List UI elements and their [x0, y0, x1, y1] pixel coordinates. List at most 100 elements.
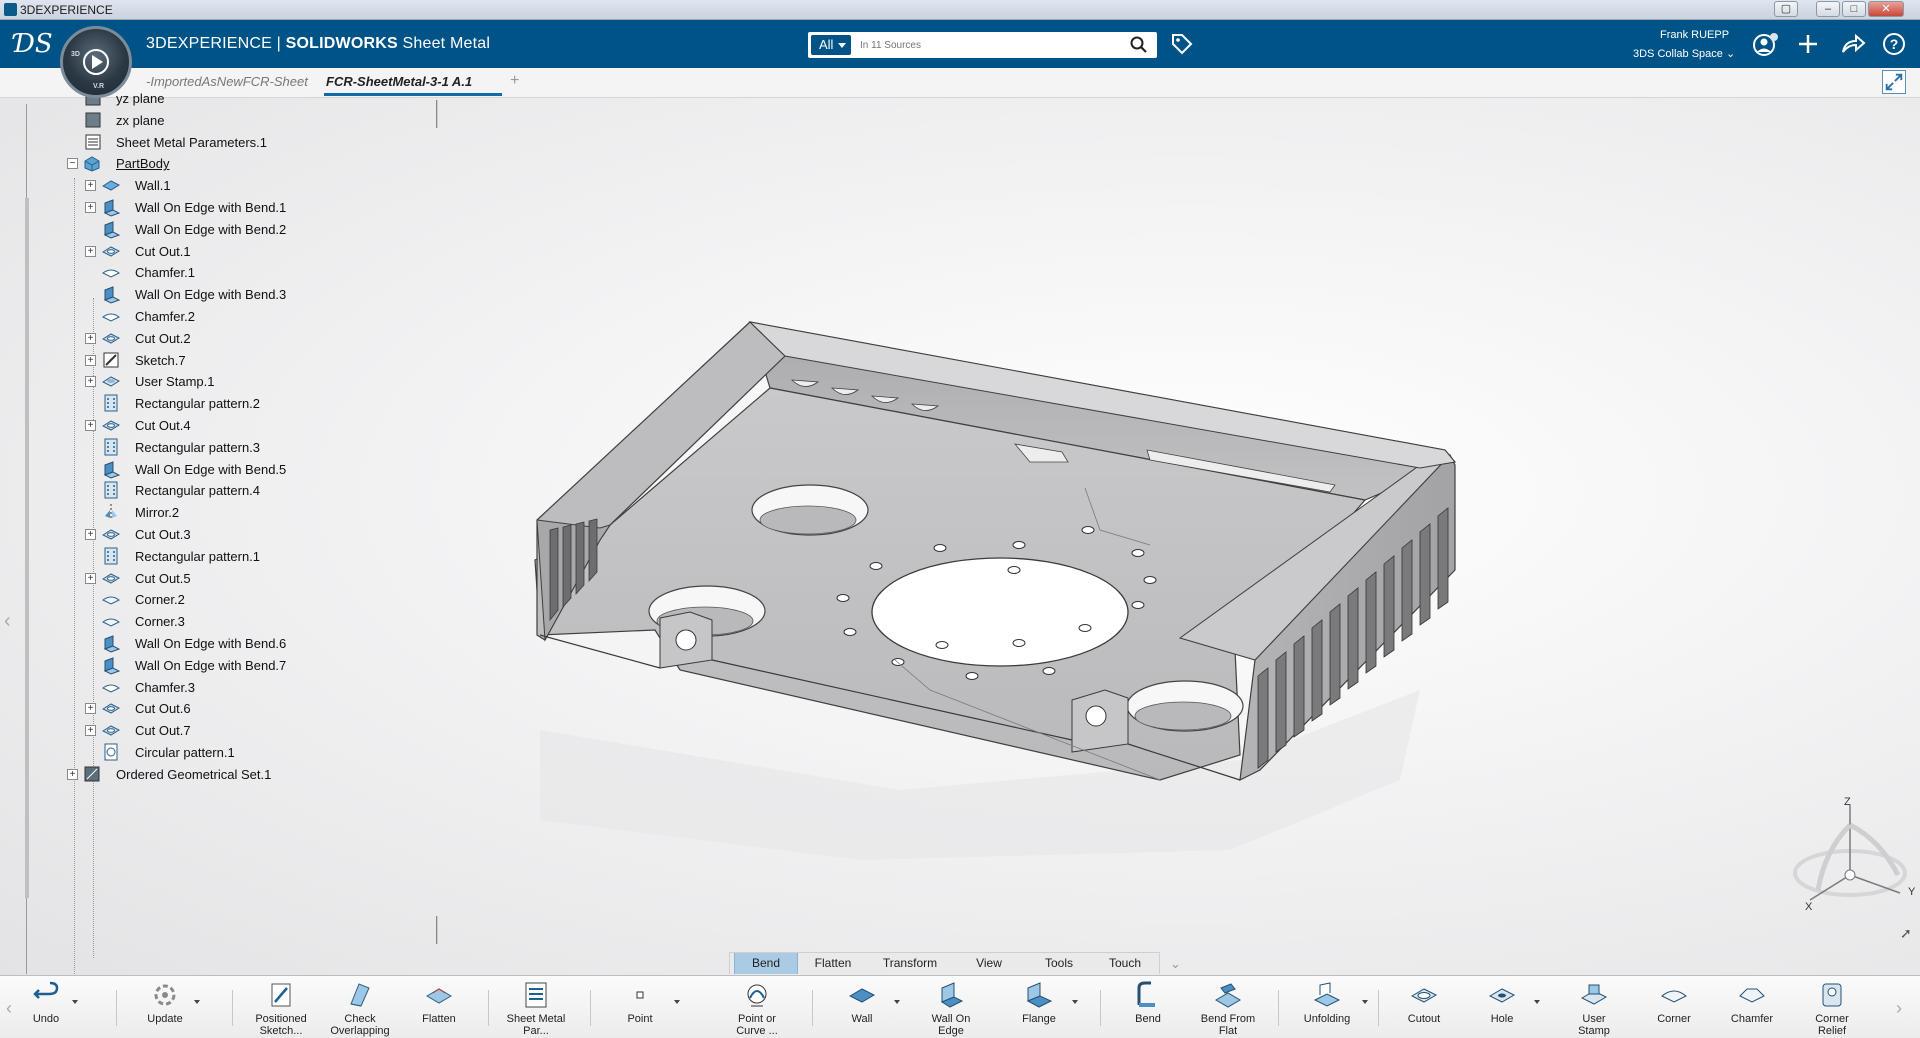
expand-icon[interactable]: + [85, 725, 96, 737]
tree-node-cut-out-6[interactable]: + Cut Out.6 [0, 698, 420, 720]
compass-widget[interactable]: 3D V.R [60, 26, 132, 98]
tree-node-partbody[interactable]: − PartBody [0, 153, 420, 175]
tree-resize-handle[interactable] [436, 916, 438, 944]
search-icon[interactable] [1130, 36, 1148, 54]
tree-node-cut-out-3[interactable]: + Cut Out.3 [0, 524, 420, 546]
user-stamp-button[interactable]: User Stamp [1566, 976, 1622, 1038]
tree-node-rectangular-pattern-2[interactable]: Rectangular pattern.2 [0, 393, 420, 415]
section-tab-tools[interactable]: Tools [1026, 953, 1092, 974]
chamfer-button[interactable]: Chamfer [1724, 976, 1780, 1038]
section-tabs-more-icon[interactable]: ⌄ [1170, 956, 1181, 972]
minimize-button[interactable]: – [1816, 1, 1840, 17]
tree-node-cut-out-2[interactable]: + Cut Out.2 [0, 328, 420, 350]
corner-button[interactable]: Corner [1646, 976, 1702, 1038]
wall-button[interactable]: Wall [834, 976, 900, 1038]
tree-node-zx-plane[interactable]: zx plane [0, 110, 420, 132]
chevron-down-icon[interactable] [194, 1000, 200, 1004]
chevron-down-icon[interactable] [1534, 1000, 1540, 1004]
scroll-left-icon[interactable]: ‹ [6, 998, 12, 1019]
close-window-button[interactable]: ✕ [1868, 1, 1904, 17]
restore-down-button[interactable]: ▢ [1774, 1, 1798, 17]
tab-imported-sheet[interactable]: -ImportedAsNewFCR-Sheet [146, 74, 308, 89]
expand-icon[interactable]: + [85, 180, 96, 192]
tree-node-wall-on-edge-with-bend-1[interactable]: + Wall On Edge with Bend.1 [0, 197, 420, 219]
expand-icon[interactable]: + [85, 572, 96, 584]
tree-node-chamfer-2[interactable]: Chamfer.2 [0, 306, 420, 328]
expand-icon[interactable]: + [85, 202, 96, 213]
fullscreen-icon[interactable] [1882, 70, 1906, 94]
chevron-down-icon[interactable] [1072, 1000, 1078, 1004]
tree-node-cut-out-5[interactable]: + Cut Out.5 [0, 568, 420, 590]
point-button[interactable]: Point [610, 976, 680, 1038]
bend-from-flat-button[interactable]: Bend From Flat [1200, 976, 1256, 1038]
tree-node-wall-on-edge-with-bend-7[interactable]: Wall On Edge with Bend.7 [0, 655, 420, 677]
tree-node-sketch-7[interactable]: + Sketch.7 [0, 350, 420, 372]
collapse-icon[interactable]: − [67, 158, 78, 170]
tree-node-wall-1[interactable]: + Wall.1 [0, 175, 420, 197]
wall-on-edge-button[interactable]: Wall On Edge [920, 976, 982, 1038]
chevron-down-icon[interactable] [894, 1000, 900, 1004]
tree-node-user-stamp-1[interactable]: + User Stamp.1 [0, 371, 420, 393]
tree-node-rectangular-pattern-1[interactable]: Rectangular pattern.1 [0, 546, 420, 568]
section-tab-bend[interactable]: Bend [734, 953, 798, 974]
maximize-button[interactable]: □ [1842, 1, 1866, 17]
tree-node-wall-on-edge-with-bend-2[interactable]: Wall On Edge with Bend.2 [0, 219, 420, 241]
add-tab-icon[interactable]: + [510, 72, 519, 90]
tag-icon[interactable] [1170, 32, 1194, 56]
hole-button[interactable]: Hole [1474, 976, 1540, 1038]
check-overlapping-button[interactable]: Check Overlapping [328, 976, 392, 1038]
expand-icon[interactable]: + [85, 529, 96, 540]
update-button[interactable]: Update [140, 976, 200, 1038]
flange-button[interactable]: Flange [1010, 976, 1078, 1038]
chevron-down-icon[interactable] [674, 1000, 680, 1004]
tree-node-cut-out-1[interactable]: + Cut Out.1 [0, 241, 420, 263]
expand-icon[interactable]: + [67, 768, 78, 780]
search-input[interactable] [860, 36, 1120, 54]
tab-fcr-sheetmetal[interactable]: FCR-SheetMetal-3-1 A.1 [326, 74, 472, 89]
tree-node-wall-on-edge-with-bend-6[interactable]: Wall On Edge with Bend.6 [0, 633, 420, 655]
expand-icon[interactable]: + [85, 420, 96, 431]
tree-node-corner-2[interactable]: Corner.2 [0, 589, 420, 611]
unfolding-button[interactable]: Unfolding [1296, 976, 1368, 1038]
tree-node-sheet-metal-parameters-1[interactable]: Sheet Metal Parameters.1 [0, 132, 420, 154]
section-tab-view[interactable]: View [952, 953, 1026, 974]
tree-node-cut-out-4[interactable]: + Cut Out.4 [0, 415, 420, 437]
chevron-down-icon[interactable] [1362, 1000, 1368, 1004]
tree-node-cut-out-7[interactable]: + Cut Out.7 [0, 720, 420, 742]
flatten-button[interactable]: Flatten [414, 976, 464, 1038]
expand-icon[interactable]: + [85, 354, 96, 366]
tree-node-circular-pattern-1[interactable]: Circular pattern.1 [0, 742, 420, 764]
axis-triad[interactable]: Z X Y [1780, 795, 1920, 915]
cutout-button[interactable]: Cutout [1396, 976, 1452, 1038]
help-icon[interactable]: ? [1882, 32, 1906, 56]
scroll-right-icon[interactable]: › [1896, 998, 1902, 1019]
tree-node-wall-on-edge-with-bend-5[interactable]: Wall On Edge with Bend.5 [0, 459, 420, 481]
user-name[interactable]: Frank RUEPP [1660, 29, 1729, 41]
undo-button[interactable]: Undo [24, 976, 78, 1038]
section-tab-flatten[interactable]: Flatten [798, 953, 868, 974]
tree-node-ordered-geometrical-set-1[interactable]: + Ordered Geometrical Set.1 [0, 764, 420, 786]
tree-node-rectangular-pattern-3[interactable]: Rectangular pattern.3 [0, 437, 420, 459]
positioned-sketch-button[interactable]: Positioned Sketch... [254, 976, 308, 1038]
tree-node-chamfer-1[interactable]: Chamfer.1 [0, 262, 420, 284]
tree-node-corner-3[interactable]: Corner.3 [0, 611, 420, 633]
expand-icon[interactable]: + [85, 376, 96, 388]
sheet-metal-parameters-button[interactable]: Sheet Metal Par... [504, 976, 568, 1038]
section-tab-touch[interactable]: Touch [1092, 953, 1158, 974]
section-tab-transform[interactable]: Transform [868, 953, 952, 974]
bend-button[interactable]: Bend [1120, 976, 1176, 1038]
corner-relief-button[interactable]: Corner Relief [1804, 976, 1860, 1038]
expand-icon[interactable]: + [85, 703, 96, 715]
point-or-curve-button[interactable]: Point or Curve ... [726, 976, 788, 1038]
collab-space-selector[interactable]: 3DS Collab Space ⌄ [1633, 47, 1735, 60]
expand-icon[interactable]: + [85, 332, 96, 344]
user-profile-icon[interactable] [1752, 32, 1780, 58]
share-icon[interactable] [1840, 32, 1866, 56]
tree-node-yz-plane[interactable]: yz plane [0, 88, 420, 110]
tree-node-rectangular-pattern-4[interactable]: Rectangular pattern.4 [0, 480, 420, 502]
expand-icon[interactable]: + [85, 245, 96, 257]
tree-resize-handle[interactable] [436, 100, 438, 128]
search-scope-dropdown[interactable]: All [811, 35, 851, 55]
tree-node-chamfer-3[interactable]: Chamfer.3 [0, 677, 420, 699]
tree-node-wall-on-edge-with-bend-3[interactable]: Wall On Edge with Bend.3 [0, 284, 420, 306]
